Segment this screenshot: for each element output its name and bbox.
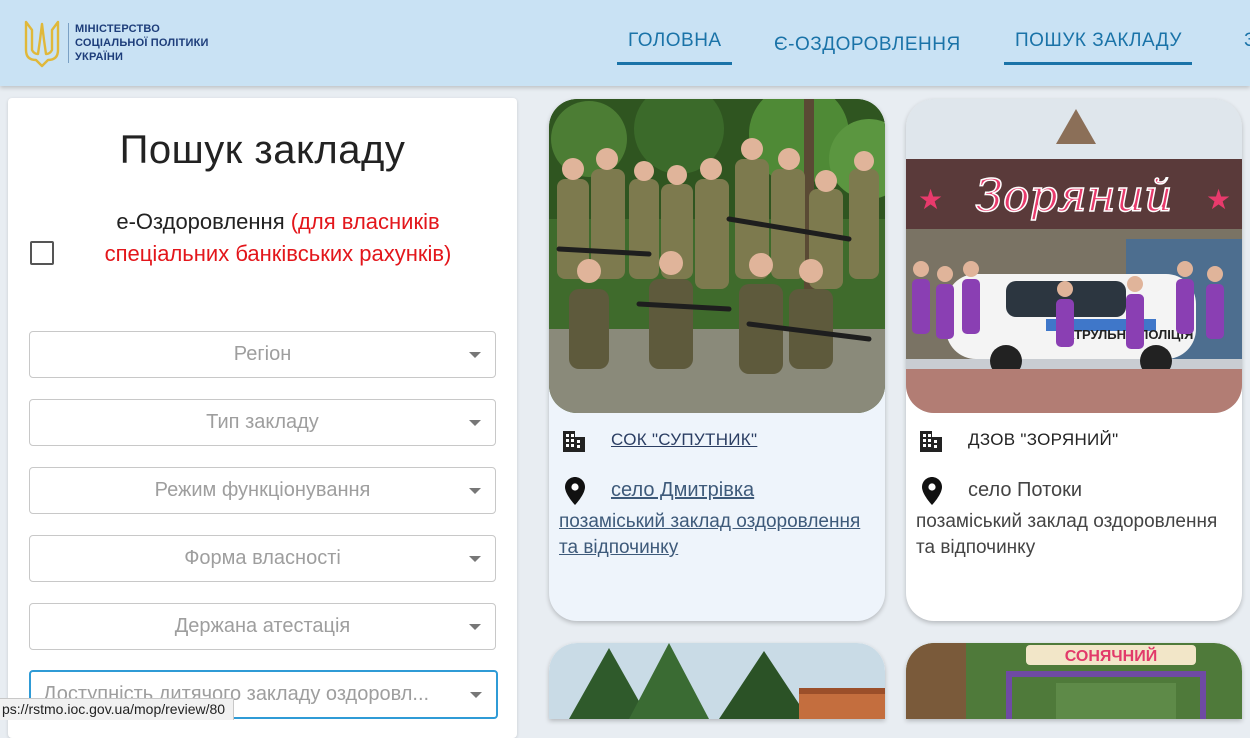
- page-title: Пошук закладу: [119, 128, 406, 172]
- e-ozdorovlennia-checkbox[interactable]: [30, 241, 54, 265]
- eoz-label-main: е-Оздоровлення: [116, 209, 291, 234]
- facility-photo[interactable]: [549, 99, 885, 413]
- facility-type-link[interactable]: позаміський заклад оздоровлення та відпо…: [559, 509, 879, 561]
- e-ozdorovlennia-label: е-Оздоровлення (для власників спеціальни…: [78, 206, 478, 270]
- main-nav: ГОЛОВНА Є-ОЗДОРОВЛЕННЯ ПОШУК ЗАКЛАДУ З: [0, 30, 1250, 70]
- facility-card[interactable]: [549, 643, 885, 719]
- facility-card[interactable]: Зоряний ★ ★ ПАТРУЛЬНА ПОЛІЦІЯ ДЗОВ "ЗОРЯ…: [906, 99, 1242, 621]
- facility-card[interactable]: СОНЯЧНИЙ: [906, 643, 1242, 719]
- star-icon: ★: [1206, 184, 1231, 215]
- nav-home[interactable]: ГОЛОВНА: [617, 30, 732, 65]
- chevron-down-icon: [469, 556, 481, 562]
- chevron-down-icon: [469, 624, 481, 630]
- pine-trees-photo: [549, 643, 885, 719]
- facility-location-row: село Дмитрівка: [561, 477, 881, 507]
- facility-photo[interactable]: [549, 643, 885, 719]
- facility-name[interactable]: ДЗОВ "ЗОРЯНИЙ": [968, 430, 1118, 450]
- operation-mode-placeholder: Режим функціонування: [154, 479, 371, 501]
- browser-status-url: ps://rstmo.ioc.gov.ua/mop/review/80: [0, 698, 235, 720]
- facility-card[interactable]: СОК "СУПУТНИК" село Дмитрівка позаміськи…: [549, 99, 885, 621]
- facility-location-row: село Потоки: [918, 477, 1238, 507]
- facility-name-row: СОК "СУПУТНИК": [561, 426, 881, 456]
- operation-mode-select[interactable]: Режим функціонування: [29, 467, 496, 514]
- building-icon: [563, 431, 585, 452]
- state-attestation-placeholder: Держана атестація: [174, 615, 351, 637]
- facility-type[interactable]: позаміський заклад оздоровлення та відпо…: [916, 509, 1236, 561]
- facility-name-row: ДЗОВ "ЗОРЯНИЙ": [918, 426, 1238, 456]
- region-select-placeholder: Регіон: [233, 343, 292, 365]
- building-icon: [920, 431, 942, 452]
- ownership-form-select[interactable]: Форма власності: [29, 535, 496, 582]
- facility-type-select[interactable]: Тип закладу: [29, 399, 496, 446]
- star-icon: ★: [918, 184, 943, 215]
- facility-photo[interactable]: СОНЯЧНИЙ: [906, 643, 1242, 719]
- playground-photo: СОНЯЧНИЙ: [906, 643, 1242, 719]
- chevron-down-icon: [469, 352, 481, 358]
- camp-sign-text: Зоряний: [976, 171, 1173, 222]
- children-group-photo: [549, 99, 885, 413]
- facility-location-link[interactable]: село Дмитрівка: [611, 479, 754, 502]
- nav-next-truncated[interactable]: З: [1244, 30, 1250, 62]
- top-header: МІНІСТЕРСТВО СОЦІАЛЬНОЇ ПОЛІТИКИ УКРАЇНИ…: [0, 0, 1250, 86]
- map-pin-icon: [565, 477, 585, 505]
- nav-search-facility[interactable]: ПОШУК ЗАКЛАДУ: [1004, 30, 1192, 65]
- camp-entrance-photo: Зоряний ★ ★ ПАТРУЛЬНА ПОЛІЦІЯ: [906, 99, 1242, 413]
- chevron-down-icon: [469, 420, 481, 426]
- chevron-down-icon: [470, 692, 482, 698]
- state-attestation-select[interactable]: Держана атестація: [29, 603, 496, 650]
- map-pin-icon: [922, 477, 942, 505]
- chevron-down-icon: [469, 488, 481, 494]
- police-car-label: ПАТРУЛЬНА ПОЛІЦІЯ: [1056, 327, 1193, 342]
- region-select[interactable]: Регіон: [29, 331, 496, 378]
- facility-name-link[interactable]: СОК "СУПУТНИК": [611, 430, 757, 450]
- ownership-form-placeholder: Форма власності: [184, 547, 341, 569]
- filter-panel: Пошук закладу е-Оздоровлення (для власни…: [8, 98, 517, 738]
- facility-location[interactable]: село Потоки: [968, 479, 1082, 502]
- nav-e-ozdorovlennia[interactable]: Є-ОЗДОРОВЛЕННЯ: [774, 34, 961, 66]
- playground-sign-text: СОНЯЧНИЙ: [1065, 646, 1157, 665]
- facility-photo[interactable]: Зоряний ★ ★ ПАТРУЛЬНА ПОЛІЦІЯ: [906, 99, 1242, 413]
- facility-type-placeholder: Тип закладу: [206, 411, 319, 433]
